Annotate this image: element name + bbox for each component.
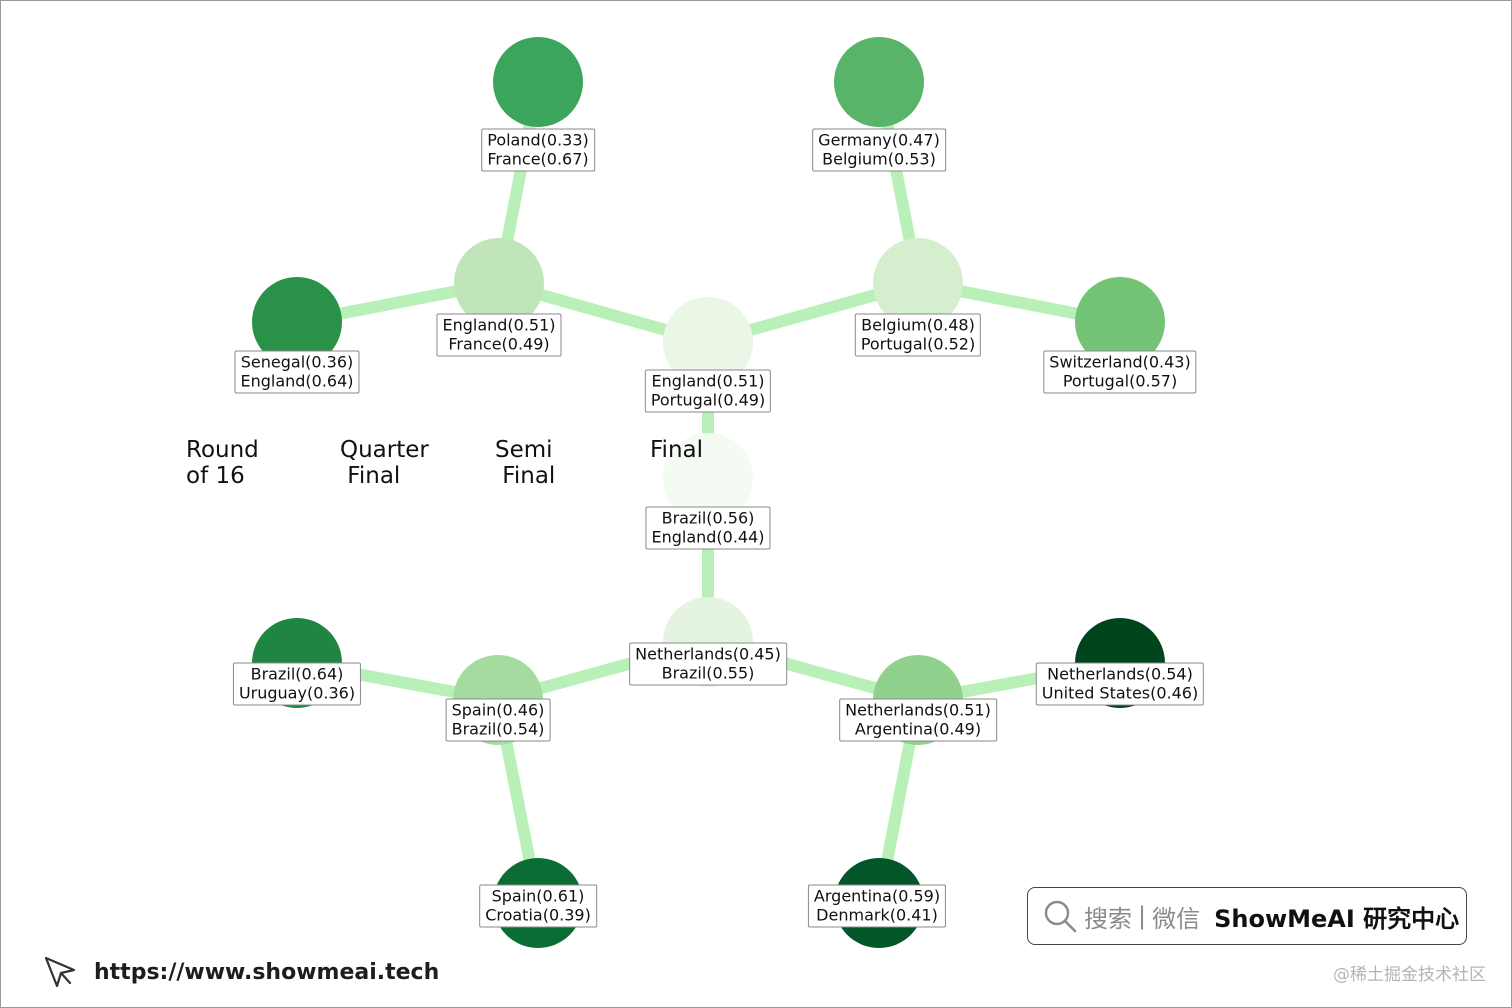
search-icon bbox=[1044, 900, 1077, 933]
match-label-ger-bel: Germany(0.47) Belgium(0.53) bbox=[812, 128, 946, 172]
search-channel: 微信 bbox=[1152, 904, 1201, 933]
search-separator: | bbox=[1138, 902, 1147, 930]
team-1: Belgium(0.48) bbox=[861, 315, 975, 335]
team-2: United States(0.46) bbox=[1041, 683, 1199, 703]
round-label-r16: Round of 16 bbox=[186, 437, 259, 489]
team-1: Spain(0.61) bbox=[491, 886, 585, 906]
team-1: England(0.51) bbox=[651, 371, 765, 391]
team-2: Uruguay(0.36) bbox=[238, 683, 356, 703]
team-1: Spain(0.46) bbox=[451, 700, 545, 720]
team-1: Netherlands(0.51) bbox=[845, 700, 991, 720]
footer-link[interactable]: https://www.showmeai.tech bbox=[40, 952, 439, 992]
match-label-final: Brazil(0.56) England(0.44) bbox=[645, 506, 771, 550]
team-1: England(0.51) bbox=[442, 315, 556, 335]
team-2: Brazil(0.55) bbox=[661, 663, 755, 683]
node-m_ger_bel bbox=[834, 37, 924, 127]
team-2: France(0.67) bbox=[487, 149, 589, 169]
team-1: Argentina(0.59) bbox=[813, 886, 941, 906]
team-1: Brazil(0.64) bbox=[250, 664, 344, 684]
match-label-sen-eng: Senegal(0.36) England(0.64) bbox=[234, 350, 360, 394]
team-2: Belgium(0.53) bbox=[822, 149, 936, 169]
team-2: Denmark(0.41) bbox=[816, 905, 938, 925]
match-label-bel-por: Belgium(0.48) Portugal(0.52) bbox=[854, 313, 982, 357]
team-2: Portugal(0.52) bbox=[860, 334, 976, 354]
match-label-bra-uru: Brazil(0.64) Uruguay(0.36) bbox=[232, 662, 362, 706]
match-label-arg-den: Argentina(0.59) Denmark(0.41) bbox=[807, 884, 947, 928]
team-2: Portugal(0.49) bbox=[650, 390, 766, 410]
node-m_pol_fra bbox=[493, 37, 583, 127]
team-1: Senegal(0.36) bbox=[240, 352, 354, 372]
team-1: Germany(0.47) bbox=[818, 130, 940, 150]
team-1: Netherlands(0.54) bbox=[1047, 664, 1193, 684]
team-2: England(0.44) bbox=[651, 527, 765, 547]
team-2: England(0.64) bbox=[240, 371, 354, 391]
bracket-graph bbox=[252, 37, 1165, 948]
round-label-final: Final bbox=[650, 437, 704, 463]
match-label-pol-fra: Poland(0.33) France(0.67) bbox=[481, 128, 595, 172]
team-2: France(0.49) bbox=[448, 334, 550, 354]
team-1: Brazil(0.56) bbox=[661, 508, 755, 528]
team-1: Netherlands(0.45) bbox=[635, 644, 781, 664]
match-label-swi-por: Switzerland(0.43) Portugal(0.57) bbox=[1043, 350, 1197, 394]
team-2: Brazil(0.54) bbox=[451, 719, 545, 739]
match-label-ned-usa: Netherlands(0.54) United States(0.46) bbox=[1035, 662, 1205, 706]
team-2: Croatia(0.39) bbox=[485, 905, 591, 925]
match-label-eng-por: England(0.51) Portugal(0.49) bbox=[644, 369, 772, 413]
round-label-sf: Semi Final bbox=[495, 437, 556, 489]
team-2: Argentina(0.49) bbox=[854, 719, 982, 739]
match-label-spa-cro: Spain(0.61) Croatia(0.39) bbox=[479, 884, 597, 928]
footer-url-text[interactable]: https://www.showmeai.tech bbox=[94, 960, 439, 985]
match-label-ned-arg: Netherlands(0.51) Argentina(0.49) bbox=[839, 698, 997, 742]
watermark: @稀土掘金技术社区 bbox=[1333, 965, 1486, 985]
round-label-qf: Quarter Final bbox=[340, 437, 429, 489]
search-box[interactable]: 搜索 | 微信 ShowMeAI 研究中心 bbox=[1027, 887, 1467, 945]
match-label-eng-fra: England(0.51) France(0.49) bbox=[436, 313, 562, 357]
team-1: Switzerland(0.43) bbox=[1049, 352, 1191, 372]
search-hint: 搜索 bbox=[1084, 904, 1132, 933]
team-2: Portugal(0.57) bbox=[1062, 371, 1178, 391]
cursor-icon bbox=[44, 956, 76, 988]
team-1: Poland(0.33) bbox=[487, 130, 589, 150]
match-label-ned-bra: Netherlands(0.45) Brazil(0.55) bbox=[629, 642, 787, 686]
search-brand: ShowMeAI 研究中心 bbox=[1214, 904, 1460, 933]
match-label-spa-bra: Spain(0.46) Brazil(0.54) bbox=[445, 698, 551, 742]
bracket-nodes bbox=[252, 37, 1165, 948]
